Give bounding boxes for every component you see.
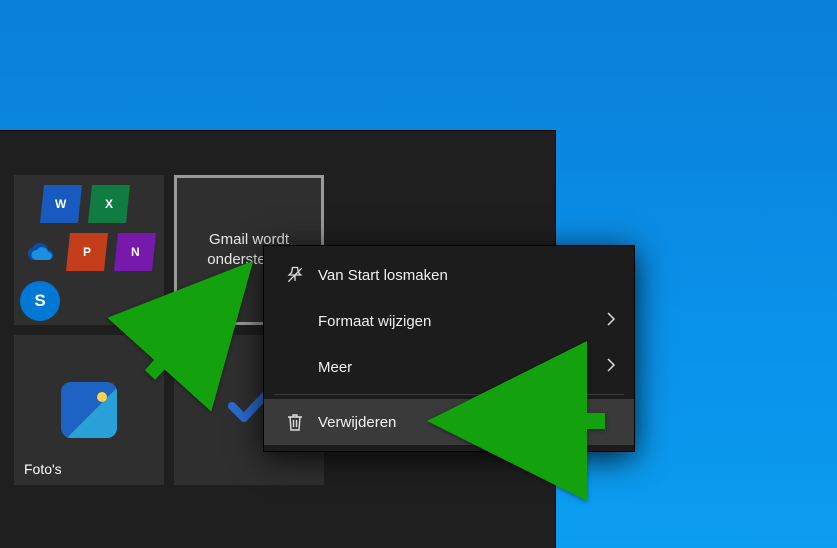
photos-icon [61, 382, 117, 438]
excel-icon[interactable]: X [88, 185, 130, 223]
annotation-arrow-to-remove [455, 401, 615, 441]
desktop-background: W X P N S Gmail wordt ondersteund Mail [0, 0, 837, 548]
ctx-label: Van Start losmaken [312, 267, 616, 284]
unpin-icon [278, 265, 312, 285]
skype-icon[interactable]: S [20, 281, 60, 321]
trash-icon [278, 412, 312, 432]
ctx-unpin-from-start[interactable]: Van Start losmaken [264, 252, 634, 298]
ctx-more[interactable]: Meer [264, 344, 634, 390]
annotation-arrow-to-tile [130, 270, 260, 390]
ctx-label: Meer [312, 359, 606, 376]
chevron-right-icon [606, 358, 616, 376]
tile-photos-label: Foto's [24, 461, 62, 477]
powerpoint-icon[interactable]: P [66, 233, 108, 271]
onenote-icon[interactable]: N [114, 233, 156, 271]
onedrive-icon[interactable] [20, 233, 58, 271]
chevron-right-icon [606, 312, 616, 330]
ctx-label: Formaat wijzigen [312, 313, 606, 330]
context-menu-separator [274, 394, 624, 395]
word-icon[interactable]: W [40, 185, 82, 223]
ctx-resize[interactable]: Formaat wijzigen [264, 298, 634, 344]
